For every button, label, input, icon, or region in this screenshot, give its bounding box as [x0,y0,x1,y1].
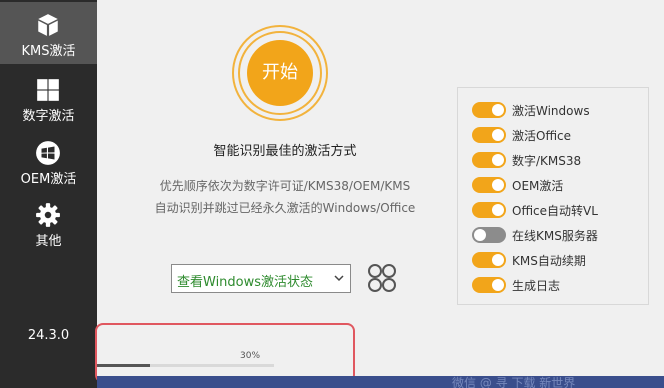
sidebar: KMS激活 数字激活 OEM激活 其他 24.3.0 [0,0,97,388]
description-line-1: 优先顺序依次为数字许可证/KMS38/OEM/KMS [159,179,411,193]
option-toggle-row[interactable]: 在线KMS服务器 [472,225,652,245]
sidebar-item-label: KMS激活 [21,44,76,59]
option-toggle-row[interactable]: 数字/KMS38 [472,150,652,170]
toggle-knob [492,204,504,216]
highlight-box [95,323,355,383]
windows-icon [37,79,59,101]
headline: 智能识别最佳的激活方式 [213,144,357,159]
toggle-switch[interactable] [472,202,506,218]
activation-status-select[interactable]: 查看Windows激活状态 [171,264,351,293]
chevron-down-icon [334,275,344,282]
toggle-knob [492,179,504,191]
start-button[interactable]: 开始 [247,40,313,106]
toggle-switch[interactable] [472,252,506,268]
toggle-switch[interactable] [472,277,506,293]
select-value: 查看Windows激活状态 [177,275,314,290]
taskbar: 微信 @ 寻 下载 新世界 [97,376,664,388]
toggle-switch[interactable] [472,152,506,168]
toggle-knob [474,229,486,241]
sidebar-item-kms[interactable]: KMS激活 [0,2,97,64]
option-label: 数字/KMS38 [512,154,582,168]
sidebar-item-label: OEM激活 [20,172,77,187]
option-label: 生成日志 [512,279,561,293]
sidebar-item-label: 数字激活 [22,109,75,124]
option-toggle-row[interactable]: Office自动转VL [472,200,652,220]
toggle-knob [492,129,504,141]
option-label: KMS自动续期 [512,254,586,268]
description-line-2: 自动识别并跳过已经永久激活的Windows/Office [154,201,416,215]
windows-flag-icon [36,141,60,165]
sidebar-item-digital[interactable]: 数字激活 [0,67,97,129]
sidebar-item-oem[interactable]: OEM激活 [0,130,97,192]
option-toggle-row[interactable]: 激活Office [472,125,652,145]
toggle-switch[interactable] [472,227,506,243]
box-icon [38,14,58,36]
toggle-knob [492,279,504,291]
toggle-switch[interactable] [472,102,506,118]
toggle-knob [492,154,504,166]
gear-icon [36,203,60,227]
toggle-switch[interactable] [472,127,506,143]
taskbar-text: 微信 @ 寻 下载 新世界 [452,376,576,388]
option-label: OEM激活 [512,179,564,193]
option-label: 激活Office [512,129,572,143]
sidebar-item-other[interactable]: 其他 [0,192,97,254]
option-toggle-row[interactable]: OEM激活 [472,175,652,195]
toggle-knob [492,254,504,266]
option-toggle-row[interactable]: KMS自动续期 [472,250,652,270]
clover-icon[interactable] [366,262,398,294]
option-toggle-row[interactable]: 激活Windows [472,100,652,120]
option-label: Office自动转VL [512,204,598,218]
option-label: 激活Windows [512,104,590,118]
sidebar-item-label: 其他 [35,234,62,249]
option-label: 在线KMS服务器 [512,229,598,243]
toggle-switch[interactable] [472,177,506,193]
toggle-knob [492,104,504,116]
version-label: 24.3.0 [27,328,70,343]
option-toggle-row[interactable]: 生成日志 [472,275,652,295]
